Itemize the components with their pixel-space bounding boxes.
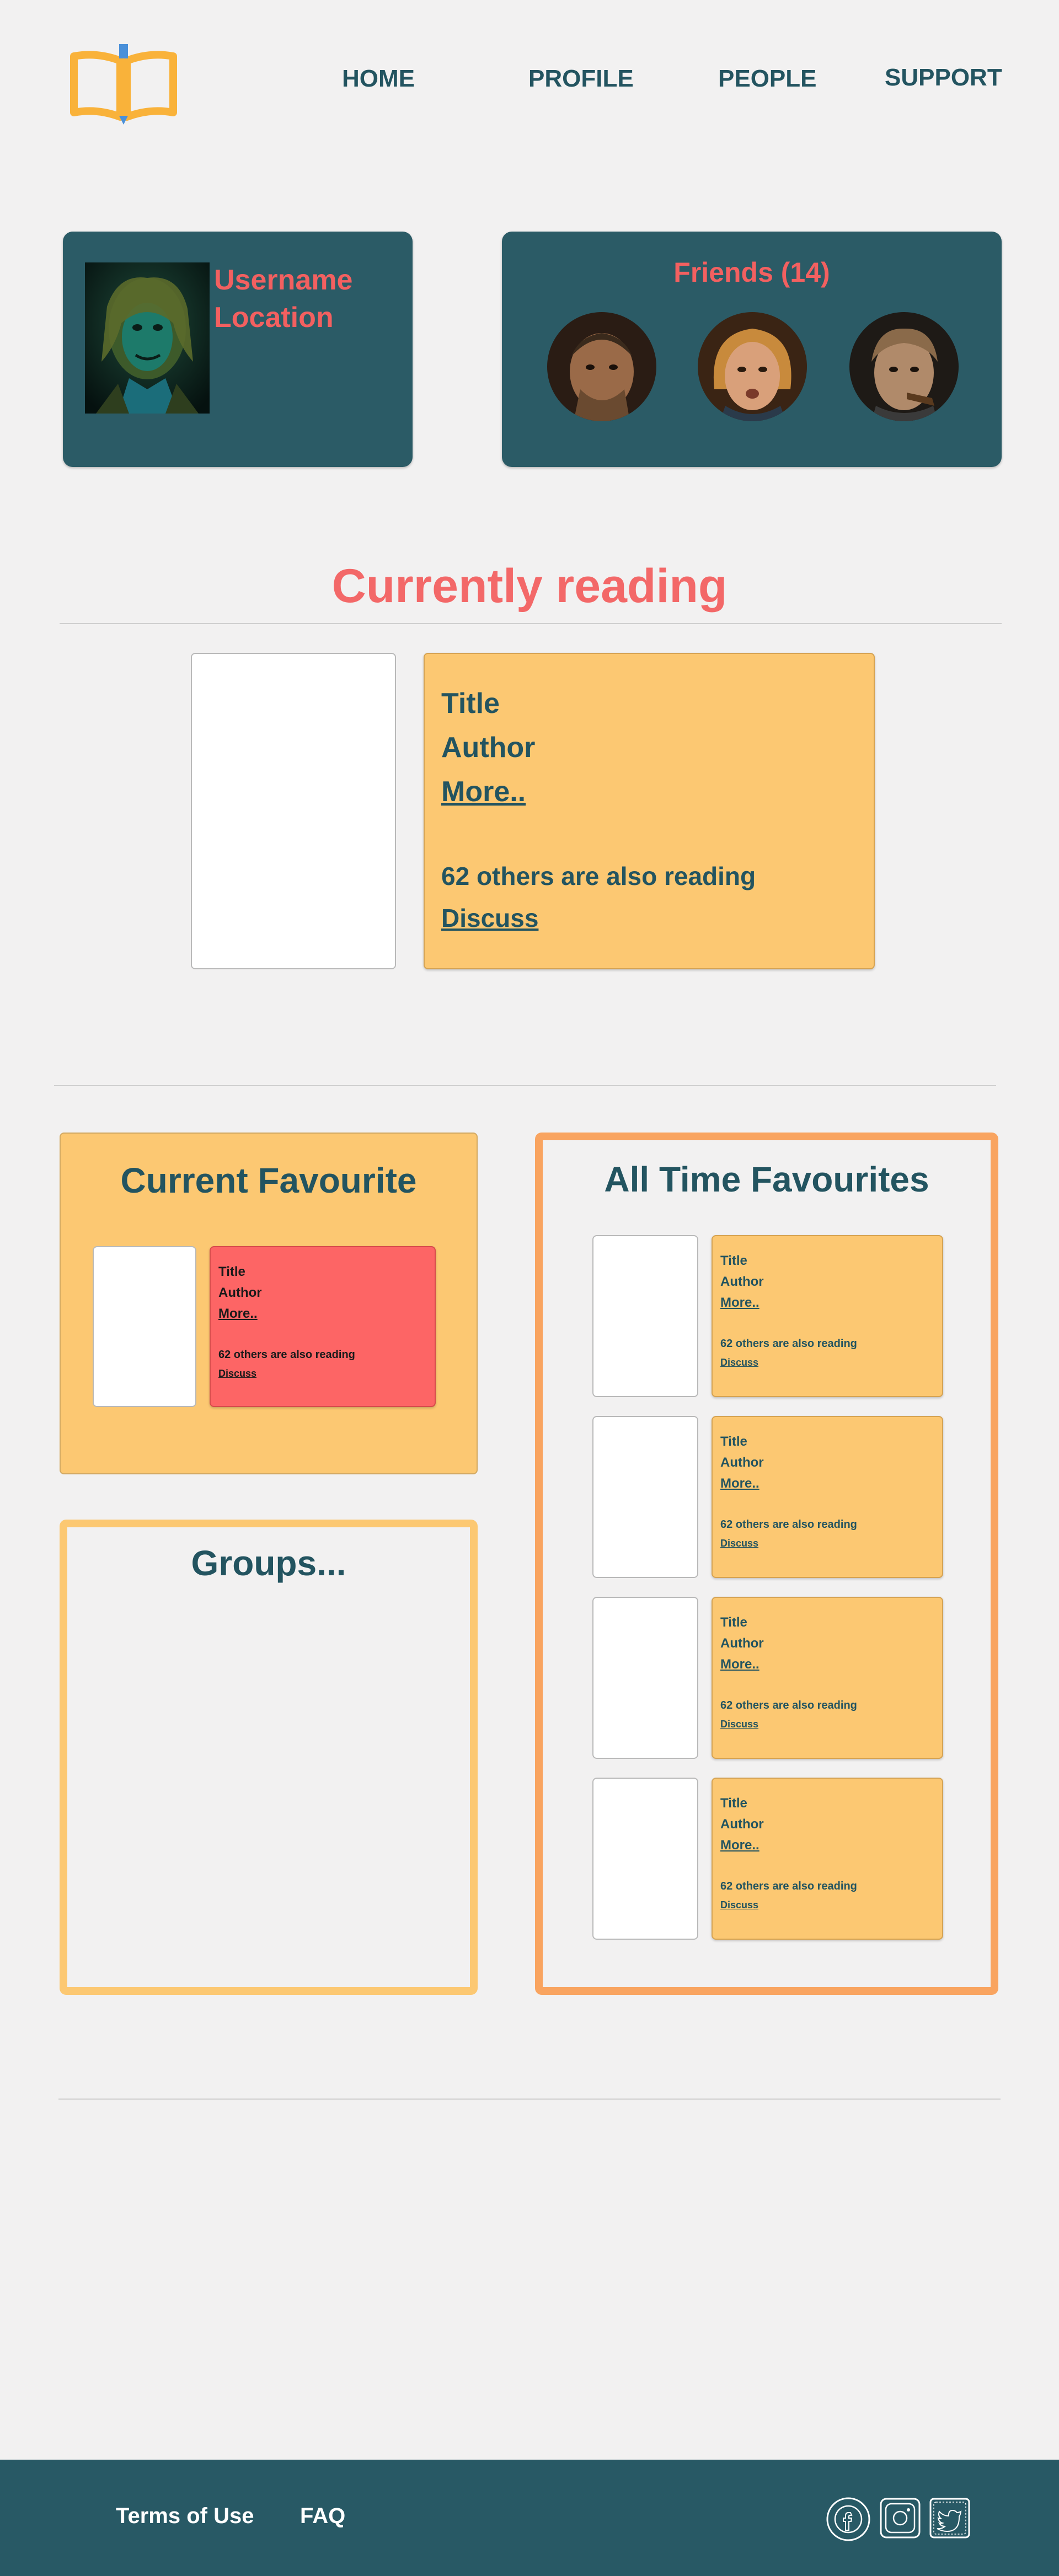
- book-info-card: Title Author More.. 62 others are also r…: [712, 1416, 943, 1578]
- book-cover[interactable]: [592, 1416, 698, 1578]
- footer: Terms of Use FAQ: [0, 2460, 1059, 2576]
- book-author: Author: [720, 1274, 764, 1289]
- reading-count: 62 others are also reading: [720, 1699, 857, 1711]
- groups-panel: Groups...: [60, 1520, 478, 1995]
- facebook-icon[interactable]: [825, 2496, 871, 2542]
- book-title: Title: [441, 688, 500, 720]
- book-author: Author: [720, 1636, 764, 1651]
- instagram-icon[interactable]: [879, 2497, 921, 2539]
- book-cover[interactable]: [93, 1246, 196, 1407]
- book-cover[interactable]: [191, 653, 396, 969]
- book-info-card: Title Author More.. 62 others are also r…: [712, 1597, 943, 1759]
- friend-avatar[interactable]: [698, 312, 807, 421]
- book-title: Title: [720, 1615, 747, 1630]
- discuss-link[interactable]: Discuss: [720, 1357, 934, 1368]
- more-link[interactable]: More..: [720, 1654, 934, 1675]
- profile-avatar: [85, 262, 210, 414]
- friend-avatar[interactable]: [849, 312, 959, 421]
- profile-location: Location: [214, 302, 334, 334]
- book-title: Title: [720, 1796, 747, 1811]
- friend-avatar[interactable]: [547, 312, 656, 421]
- reading-count: 62 others are also reading: [720, 1338, 857, 1350]
- profile-username[interactable]: Username: [214, 261, 352, 299]
- terms-of-use-link[interactable]: Terms of Use: [116, 2504, 254, 2529]
- more-link[interactable]: More..: [720, 1292, 934, 1313]
- discuss-link[interactable]: Discuss: [441, 903, 857, 933]
- book-cover[interactable]: [592, 1235, 698, 1397]
- book-author: Author: [218, 1285, 262, 1300]
- book-author: Author: [441, 732, 536, 764]
- faq-link[interactable]: FAQ: [300, 2504, 345, 2529]
- book-info-card: Title Author More.. 62 others are also r…: [712, 1778, 943, 1940]
- reading-count: 62 others are also reading: [720, 1880, 857, 1892]
- all-time-favourites-panel: All Time Favourites Title Author More.. …: [535, 1133, 998, 1995]
- nav-home[interactable]: HOME: [342, 65, 415, 93]
- book-author: Author: [720, 1455, 764, 1470]
- more-link[interactable]: More..: [720, 1835, 934, 1856]
- reading-count: 62 others are also reading: [441, 862, 756, 890]
- more-link[interactable]: More..: [218, 1303, 427, 1324]
- book-title: Title: [218, 1264, 245, 1279]
- book-info-card: Title Author More.. 62 others are also r…: [712, 1235, 943, 1397]
- discuss-link[interactable]: Discuss: [720, 1899, 934, 1911]
- current-favourite-heading: Current Favourite: [120, 1161, 417, 1200]
- friends-title[interactable]: Friends (14): [502, 254, 1002, 291]
- book-cover[interactable]: [592, 1597, 698, 1759]
- discuss-link[interactable]: Discuss: [218, 1368, 427, 1380]
- book-title: Title: [720, 1253, 747, 1268]
- book-cover[interactable]: [592, 1778, 698, 1940]
- section-divider: [60, 623, 1002, 624]
- book-info-card: Title Author More.. 62 others are also r…: [210, 1246, 436, 1407]
- book-author: Author: [720, 1817, 764, 1832]
- section-divider: [54, 1085, 996, 1086]
- discuss-link[interactable]: Discuss: [720, 1538, 934, 1549]
- groups-heading[interactable]: Groups...: [67, 1543, 470, 1584]
- book-title: Title: [720, 1434, 747, 1449]
- section-divider: [58, 2099, 1001, 2100]
- more-link[interactable]: More..: [441, 770, 857, 814]
- currently-reading-heading: Currently reading: [331, 560, 728, 613]
- reading-count: 62 others are also reading: [218, 1349, 355, 1361]
- all-time-favourites-heading: All Time Favourites: [604, 1160, 929, 1199]
- nav-profile[interactable]: PROFILE: [528, 65, 634, 93]
- reading-count: 62 others are also reading: [720, 1518, 857, 1531]
- more-link[interactable]: More..: [720, 1473, 934, 1494]
- current-favourite-panel: Current Favourite Title Author More.. 62…: [60, 1133, 478, 1474]
- nav-support[interactable]: SUPPORT: [885, 64, 1002, 92]
- book-logo-icon[interactable]: [69, 44, 178, 127]
- book-info-card: Title Author More.. 62 others are also r…: [424, 653, 875, 969]
- discuss-link[interactable]: Discuss: [720, 1719, 934, 1730]
- nav-people[interactable]: PEOPLE: [718, 65, 817, 93]
- twitter-icon[interactable]: [929, 2497, 971, 2539]
